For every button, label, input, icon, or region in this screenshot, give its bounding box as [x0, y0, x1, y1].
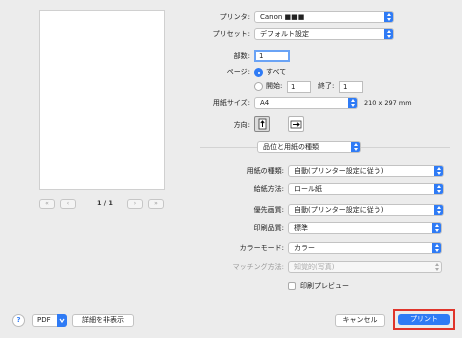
matching-value: 知覚的(写真) [294, 263, 335, 271]
orientation-label: 方向: [233, 121, 250, 129]
popup-stepper-icon [432, 243, 441, 253]
landscape-icon [290, 120, 302, 129]
portrait-icon [258, 118, 267, 130]
pdf-menu-button[interactable]: PDF [32, 314, 67, 327]
pdf-label: PDF [37, 316, 51, 324]
print-priority-popup[interactable]: 自動(プリンター設定に従う) [288, 204, 444, 216]
page-indicator: 1 / 1 [97, 199, 113, 207]
preset-label: プリセット: [212, 30, 250, 38]
paper-size-value: A4 [260, 99, 270, 107]
print-button[interactable]: プリント [398, 314, 450, 325]
chevron-down-icon [57, 314, 67, 327]
paper-size-label: 用紙サイズ: [212, 99, 250, 107]
print-quality-popup[interactable]: 標準 [288, 222, 442, 234]
pages-from-label: 開始: [266, 82, 283, 90]
media-type-label: 用紙の種類: [246, 167, 284, 175]
help-button[interactable]: ? [12, 314, 25, 327]
paper-size-popup[interactable]: A4 [254, 97, 358, 109]
preset-value: デフォルト設定 [260, 30, 309, 38]
previous-page-button[interactable]: ‹ [60, 199, 76, 209]
pages-all-label: すべて [266, 68, 287, 76]
popup-stepper-icon [434, 205, 443, 215]
last-page-button[interactable]: » [148, 199, 164, 209]
color-mode-label: カラーモード: [239, 244, 284, 252]
print-priority-value: 自動(プリンター設定に従う) [294, 206, 384, 214]
pages-all-radio[interactable] [254, 68, 263, 77]
printer-popup[interactable]: Canon ■■■ [254, 11, 394, 23]
pages-to-field[interactable]: 1 [339, 81, 363, 93]
popup-stepper-icon [432, 262, 441, 272]
cancel-button[interactable]: キャンセル [335, 314, 385, 327]
hide-details-button[interactable]: 詳細を非表示 [72, 314, 134, 327]
print-preview-checkbox[interactable] [288, 282, 296, 290]
media-type-value: 自動(プリンター設定に従う) [294, 167, 384, 175]
paper-source-popup[interactable]: ロール紙 [288, 183, 444, 195]
first-page-button[interactable]: « [39, 199, 55, 209]
print-quality-label: 印刷品質: [253, 224, 284, 232]
pages-from-field[interactable]: 1 [287, 81, 311, 93]
popup-stepper-icon [384, 29, 393, 39]
color-mode-popup[interactable]: カラー [288, 242, 442, 254]
pages-range-radio[interactable] [254, 82, 263, 91]
paper-source-label: 給紙方法: [253, 185, 284, 193]
print-button-highlight: プリント [393, 309, 455, 330]
paper-source-value: ロール紙 [294, 185, 322, 193]
paper-dimensions: 210 x 297 mm [364, 99, 412, 107]
print-quality-value: 標準 [294, 224, 308, 232]
popup-stepper-icon [351, 142, 360, 152]
pages-to-label: 終了: [318, 82, 335, 90]
matching-label: マッチング方法: [232, 263, 284, 271]
portrait-button[interactable] [254, 116, 270, 132]
copies-field[interactable]: 1 [254, 50, 290, 62]
matching-popup: 知覚的(写真) [288, 261, 442, 273]
popup-stepper-icon [434, 166, 443, 176]
landscape-button[interactable] [288, 116, 304, 132]
preset-popup[interactable]: デフォルト設定 [254, 28, 394, 40]
print-priority-label: 優先画質: [253, 206, 284, 214]
media-type-popup[interactable]: 自動(プリンター設定に従う) [288, 165, 444, 177]
popup-stepper-icon [432, 223, 441, 233]
next-page-button[interactable]: › [127, 199, 143, 209]
section-popup[interactable]: 品位と用紙の種類 [257, 141, 361, 153]
pages-label: ページ: [226, 68, 250, 76]
printer-label: プリンタ: [219, 13, 250, 21]
color-mode-value: カラー [294, 244, 315, 252]
popup-stepper-icon [384, 12, 393, 22]
popup-stepper-icon [348, 98, 357, 108]
printer-value: Canon ■■■ [260, 13, 305, 21]
print-preview-label: 印刷プレビュー [300, 282, 349, 290]
print-preview-page [39, 10, 165, 190]
copies-label: 部数: [233, 52, 250, 60]
popup-stepper-icon [434, 184, 443, 194]
section-value: 品位と用紙の種類 [263, 143, 319, 151]
